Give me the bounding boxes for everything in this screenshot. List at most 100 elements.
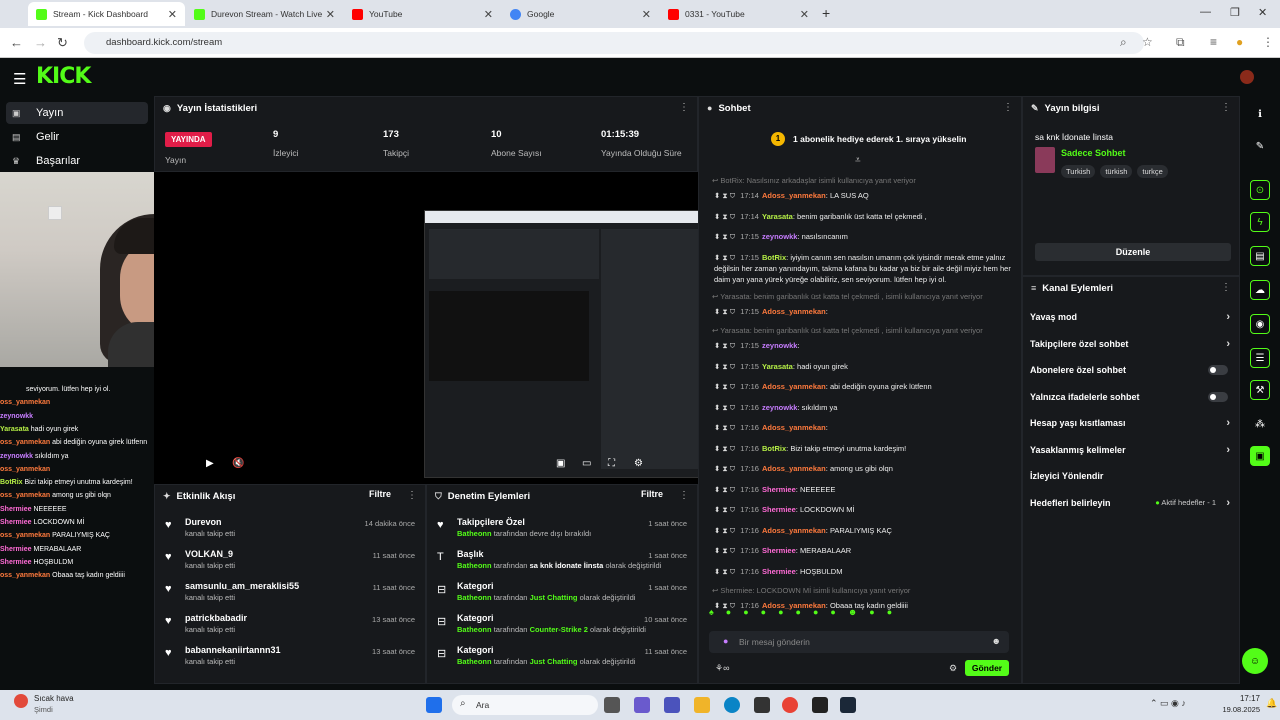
stream-icon[interactable]: ◉ (1250, 314, 1270, 334)
more-options-icon[interactable]: ⋮ (1003, 102, 1013, 113)
forward-icon[interactable]: → (34, 35, 47, 50)
tab-durevon[interactable]: Durevon Stream - Watch Live o ✕ (186, 2, 343, 26)
pencil-icon[interactable]: ✎ (1250, 136, 1270, 156)
chat-username[interactable]: Adoss_yanmekan (762, 382, 826, 391)
chat-username[interactable]: BotRix (762, 444, 786, 453)
close-icon[interactable]: ✕ (168, 8, 177, 21)
chat-username[interactable]: Yarasata (762, 212, 793, 221)
edge-icon[interactable] (724, 697, 740, 713)
store-icon[interactable] (754, 697, 770, 713)
clock-time[interactable]: 17:17 (1216, 694, 1260, 703)
kick-logo[interactable]: KICK (36, 64, 91, 89)
mod-action-icon[interactable]: ⬍ ⧗ ⛉ (714, 444, 737, 453)
send-button[interactable]: Gönder (965, 660, 1009, 676)
profile-icon[interactable]: ● (1236, 35, 1243, 49)
mod-action-icon[interactable]: ⬍ ⧗ ⛉ (714, 464, 737, 473)
restore-icon[interactable]: ❐ (1230, 6, 1240, 19)
steam-icon[interactable] (840, 697, 856, 713)
mod-action-icon[interactable]: ⬍ ⧗ ⛉ (714, 423, 737, 432)
mod-action-icon[interactable]: ⬍ ⧗ ⛉ (714, 505, 737, 514)
chat-icon[interactable]: ☁ (1250, 280, 1270, 300)
fullscreen-icon[interactable]: ⛶ (608, 458, 615, 469)
back-icon[interactable]: ← (10, 35, 23, 50)
chat-username[interactable]: Yarasata (762, 362, 793, 371)
chat-username[interactable]: zeynowkk (762, 341, 797, 350)
activity-username[interactable]: patrickbabadir (185, 613, 247, 623)
nav-item-yayin[interactable]: ▣ Yayın (6, 102, 148, 124)
browser-menu-icon[interactable]: ⋮ (1262, 35, 1274, 49)
moderation-filter-button[interactable]: Filtre (641, 489, 663, 499)
obs-icon[interactable] (812, 697, 828, 713)
channel-action-7[interactable]: Hedefleri belirleyin › ● Aktif hedefler - … (1030, 497, 1230, 509)
chat-username[interactable]: Adoss_yanmekan (762, 526, 826, 535)
system-tray-icon[interactable]: ⌃ ▭ ◉ ♪ (1150, 698, 1186, 709)
tab-youtube-0331[interactable]: 0331 - YouTube ✕ (660, 2, 817, 26)
settings-gear-icon[interactable]: ⚙ (634, 458, 643, 469)
wrench-icon[interactable]: ⚒ (1250, 380, 1270, 400)
tab-google[interactable]: Google ✕ (502, 2, 659, 26)
play-icon[interactable]: ▶ (206, 458, 214, 469)
weather-label[interactable]: Sıcak hava (34, 694, 74, 703)
channel-action-0[interactable]: Yavaş mod › (1030, 311, 1230, 323)
zoom-icon[interactable]: ⌕ (1120, 35, 1127, 50)
mod-action-icon[interactable]: ⬍ ⧗ ⛉ (714, 212, 737, 221)
chat-username[interactable]: Adoss_yanmekan (762, 423, 826, 432)
activity-filter-button[interactable]: Filtre (369, 489, 391, 499)
tab-kick-dashboard[interactable]: Stream - Kick Dashboard ✕ (28, 2, 185, 26)
collapse-icon[interactable]: ⩡ (855, 155, 861, 166)
moderator-name[interactable]: Batheonn (457, 625, 492, 634)
activity-username[interactable]: babannekaniirtannn31 (185, 645, 281, 655)
reload-icon[interactable]: ↻ (57, 35, 68, 51)
chat-username[interactable]: zeynowkk (762, 232, 797, 241)
mod-action-icon[interactable]: ⬍ ⧗ ⛉ (714, 362, 737, 371)
minimize-icon[interactable]: — (1200, 6, 1211, 18)
mod-action-icon[interactable]: ⬍ ⧗ ⛉ (714, 191, 737, 200)
channel-action-6[interactable]: İzleyici Yönlendir (1030, 471, 1230, 481)
user-avatar[interactable] (1240, 70, 1254, 84)
url-field[interactable]: dashboard.kick.com/stream (84, 32, 1144, 54)
close-icon[interactable]: ✕ (642, 8, 651, 21)
extensions-icon[interactable]: ⧉ (1176, 35, 1185, 50)
toggle-switch[interactable] (1208, 365, 1228, 375)
hamburger-menu-icon[interactable]: ☰ (13, 70, 26, 88)
moderator-name[interactable]: Batheonn (457, 561, 492, 570)
chat-username[interactable]: Shermiee (762, 546, 796, 555)
close-icon[interactable]: ✕ (800, 8, 809, 21)
mod-action-icon[interactable]: ⬍ ⧗ ⛉ (714, 567, 737, 576)
lightning-icon[interactable]: ϟ (1250, 212, 1270, 232)
channel-action-3[interactable]: Yalnızca ifadelerle sohbet (1030, 391, 1230, 402)
mod-action-icon[interactable]: ⬍ ⧗ ⛉ (714, 403, 737, 412)
theater-icon[interactable]: ▭ (582, 458, 591, 469)
mute-icon[interactable]: 🔇 (232, 458, 244, 469)
chat-username[interactable]: Adoss_yanmekan (762, 601, 826, 610)
more-options-icon[interactable]: ⋮ (679, 102, 689, 113)
chat-username[interactable]: Adoss_yanmekan (762, 464, 826, 473)
tab-youtube[interactable]: YouTube ✕ (344, 2, 501, 26)
close-icon[interactable]: ✕ (484, 8, 493, 21)
channel-action-2[interactable]: Abonelere özel sohbet (1030, 365, 1230, 375)
settings-gear-icon[interactable]: ⚙ (949, 663, 957, 674)
mod-action-icon[interactable]: ⬍ ⧗ ⛉ (714, 307, 737, 316)
copilot-icon[interactable] (634, 697, 650, 713)
info-icon[interactable]: ℹ (1250, 104, 1270, 124)
file-explorer-icon[interactable] (694, 697, 710, 713)
mod-action-icon[interactable]: ⬍ ⧗ ⛉ (714, 382, 737, 391)
nav-item-gelir[interactable]: ▤ Gelir (6, 126, 148, 148)
activity-username[interactable]: samsunlu_am_meraklisi55 (185, 581, 299, 591)
chat-settings-icon[interactable]: ⚘∞ (715, 663, 729, 674)
new-tab-button[interactable]: + (822, 5, 830, 21)
reading-list-icon[interactable]: ≡ (1210, 35, 1217, 49)
mod-action-icon[interactable]: ⬍ ⧗ ⛉ (714, 601, 737, 610)
chat-username[interactable]: BotRix (762, 253, 786, 262)
shield-icon[interactable]: ▣ (1250, 446, 1270, 466)
windows-start-icon[interactable] (426, 697, 442, 713)
more-options-icon[interactable]: ⋮ (1221, 282, 1231, 293)
taskbar-search[interactable]: ⌕ Ara (452, 695, 598, 715)
task-view-icon[interactable] (604, 697, 620, 713)
mod-action-icon[interactable]: ⬍ ⧗ ⛉ (714, 526, 737, 535)
chrome-icon[interactable] (782, 697, 798, 713)
close-window-icon[interactable]: ✕ (1258, 6, 1267, 19)
bookmark-star-icon[interactable]: ☆ (1142, 35, 1153, 49)
mod-action-icon[interactable]: ⬍ ⧗ ⛉ (714, 546, 737, 555)
chat-username[interactable]: Shermiee (762, 505, 796, 514)
